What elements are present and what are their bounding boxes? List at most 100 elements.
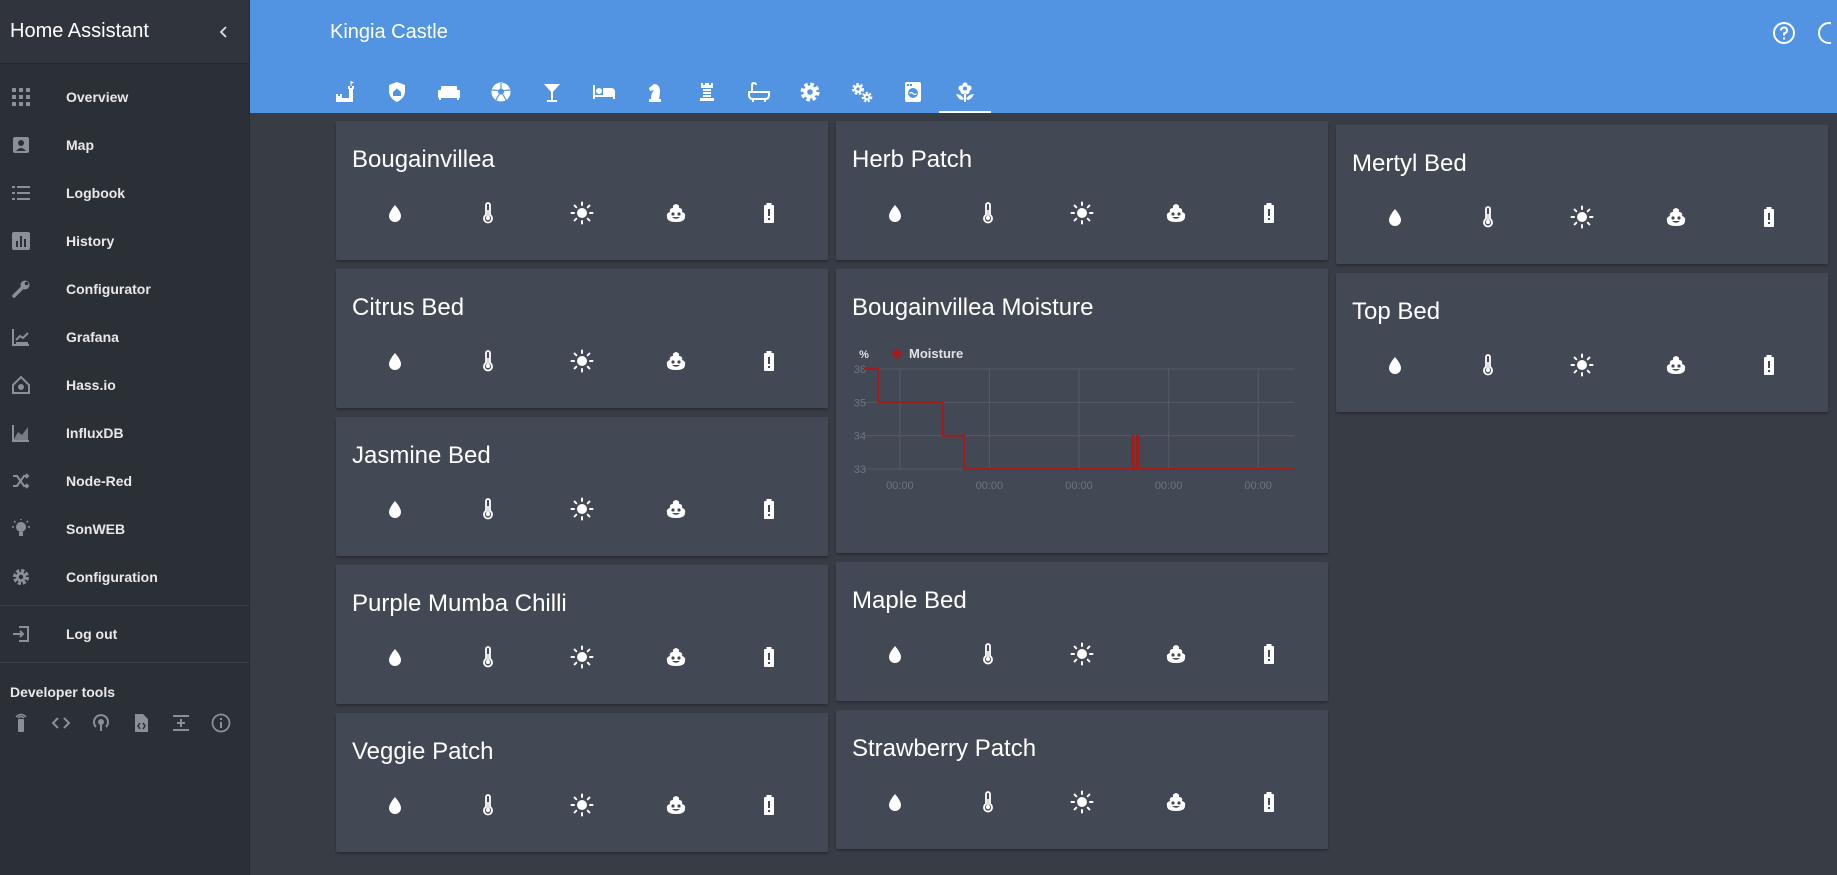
tab-bathroom[interactable]: [733, 70, 785, 113]
water-icon[interactable]: [383, 497, 407, 521]
poop-icon[interactable]: [1164, 642, 1188, 666]
chevron-left-icon[interactable]: [209, 17, 239, 47]
legend-marker: [892, 349, 902, 359]
water-icon[interactable]: [383, 201, 407, 225]
sun-icon[interactable]: [570, 793, 594, 817]
sidebar-item-overview[interactable]: Overview: [0, 73, 249, 121]
water-icon[interactable]: [883, 642, 907, 666]
tab-games[interactable]: [630, 70, 682, 113]
thermometer-icon[interactable]: [1476, 205, 1500, 229]
logout-icon: [0, 624, 66, 644]
arrow-expand-icon[interactable]: [170, 712, 192, 734]
battery-alert-icon[interactable]: [757, 497, 781, 521]
battery-alert-icon[interactable]: [1757, 205, 1781, 229]
antenna-icon[interactable]: [90, 712, 112, 734]
battery-alert-icon[interactable]: [757, 645, 781, 669]
thermometer-icon[interactable]: [976, 642, 1000, 666]
thermometer-icon[interactable]: [476, 497, 500, 521]
sun-icon[interactable]: [570, 201, 594, 225]
code-icon[interactable]: [50, 712, 72, 734]
tab-bedroom[interactable]: [578, 70, 630, 113]
plant-card-herb-patch[interactable]: Herb Patch: [836, 121, 1328, 260]
sidebar-item-grafana[interactable]: Grafana: [0, 313, 249, 361]
poop-icon[interactable]: [1164, 201, 1188, 225]
history-graph-card[interactable]: Bougainvillea Moisture % Moisture 33 34 35 36…: [836, 269, 1328, 553]
sun-icon[interactable]: [1070, 790, 1094, 814]
thermometer-icon[interactable]: [476, 201, 500, 225]
sun-icon[interactable]: [1070, 201, 1094, 225]
plant-sensor-icons: [836, 790, 1328, 814]
sidebar-item-sonweb[interactable]: SonWEB: [0, 505, 249, 553]
water-icon[interactable]: [383, 645, 407, 669]
sun-icon[interactable]: [570, 645, 594, 669]
thermometer-icon[interactable]: [976, 201, 1000, 225]
file-code-icon[interactable]: [130, 712, 152, 734]
poop-icon[interactable]: [664, 497, 688, 521]
battery-alert-icon[interactable]: [1257, 201, 1281, 225]
sun-icon[interactable]: [1570, 353, 1594, 377]
plant-card-bougainvillea[interactable]: Bougainvillea: [336, 121, 828, 260]
thermometer-icon[interactable]: [976, 790, 1000, 814]
sidebar-item-configuration[interactable]: Configuration: [0, 553, 249, 601]
poop-icon[interactable]: [1664, 353, 1688, 377]
sidebar-item-hassio[interactable]: Hass.io: [0, 361, 249, 409]
water-icon[interactable]: [1383, 205, 1407, 229]
plant-card-mertyl-bed[interactable]: Mertyl Bed: [1336, 125, 1828, 264]
sidebar-item-logbook[interactable]: Logbook: [0, 169, 249, 217]
plant-card-top-bed[interactable]: Top Bed: [1336, 273, 1828, 412]
battery-alert-icon[interactable]: [1257, 642, 1281, 666]
sidebar-item-configurator[interactable]: Configurator: [0, 265, 249, 313]
battery-alert-icon[interactable]: [757, 793, 781, 817]
battery-alert-icon[interactable]: [1257, 790, 1281, 814]
info-icon[interactable]: [210, 712, 232, 734]
tab-bar[interactable]: [526, 70, 578, 113]
tab-garden[interactable]: [939, 70, 991, 113]
remote-icon[interactable]: [10, 712, 32, 734]
poop-icon[interactable]: [664, 349, 688, 373]
tab-laundry[interactable]: [888, 70, 940, 113]
tab-sport[interactable]: [475, 70, 527, 113]
thermometer-icon[interactable]: [1476, 353, 1500, 377]
sidebar-item-history[interactable]: History: [0, 217, 249, 265]
help-icon[interactable]: [1771, 20, 1797, 46]
sun-icon[interactable]: [1070, 642, 1094, 666]
sidebar-item-logout[interactable]: Log out: [0, 610, 249, 658]
water-icon[interactable]: [883, 201, 907, 225]
plant-card-purple-mumba-chilli[interactable]: Purple Mumba Chilli: [336, 565, 828, 704]
tab-automation[interactable]: [836, 70, 888, 113]
sidebar-item-node-red[interactable]: Node-Red: [0, 457, 249, 505]
battery-alert-icon[interactable]: [757, 349, 781, 373]
wrench-icon: [0, 279, 66, 299]
plant-card-strawberry-patch[interactable]: Strawberry Patch: [836, 710, 1328, 849]
battery-alert-icon[interactable]: [757, 201, 781, 225]
plant-card-maple-bed[interactable]: Maple Bed: [836, 562, 1328, 701]
poop-icon[interactable]: [664, 793, 688, 817]
sidebar-item-map[interactable]: Map: [0, 121, 249, 169]
poop-icon[interactable]: [664, 201, 688, 225]
thermometer-icon[interactable]: [476, 645, 500, 669]
sidebar-item-influxdb[interactable]: InfluxDB: [0, 409, 249, 457]
sun-icon[interactable]: [570, 349, 594, 373]
tab-settings[interactable]: [784, 70, 836, 113]
plant-card-veggie-patch[interactable]: Veggie Patch: [336, 713, 828, 852]
tab-tower[interactable]: [681, 70, 733, 113]
card-title: Strawberry Patch: [852, 735, 1037, 762]
plant-card-jasmine-bed[interactable]: Jasmine Bed: [336, 417, 828, 556]
sun-icon[interactable]: [570, 497, 594, 521]
tab-living[interactable]: [423, 70, 475, 113]
thermometer-icon[interactable]: [476, 793, 500, 817]
poop-icon[interactable]: [1164, 790, 1188, 814]
poop-icon[interactable]: [664, 645, 688, 669]
thermometer-icon[interactable]: [476, 349, 500, 373]
tab-castle[interactable]: [320, 70, 372, 113]
water-icon[interactable]: [383, 349, 407, 373]
poop-icon[interactable]: [1664, 205, 1688, 229]
battery-alert-icon[interactable]: [1757, 353, 1781, 377]
plant-card-citrus-bed[interactable]: Citrus Bed: [336, 269, 828, 408]
water-icon[interactable]: [383, 793, 407, 817]
tab-security[interactable]: [372, 70, 424, 113]
menu-icon[interactable]: [1811, 20, 1837, 46]
water-icon[interactable]: [1383, 353, 1407, 377]
water-icon[interactable]: [883, 790, 907, 814]
sun-icon[interactable]: [1570, 205, 1594, 229]
